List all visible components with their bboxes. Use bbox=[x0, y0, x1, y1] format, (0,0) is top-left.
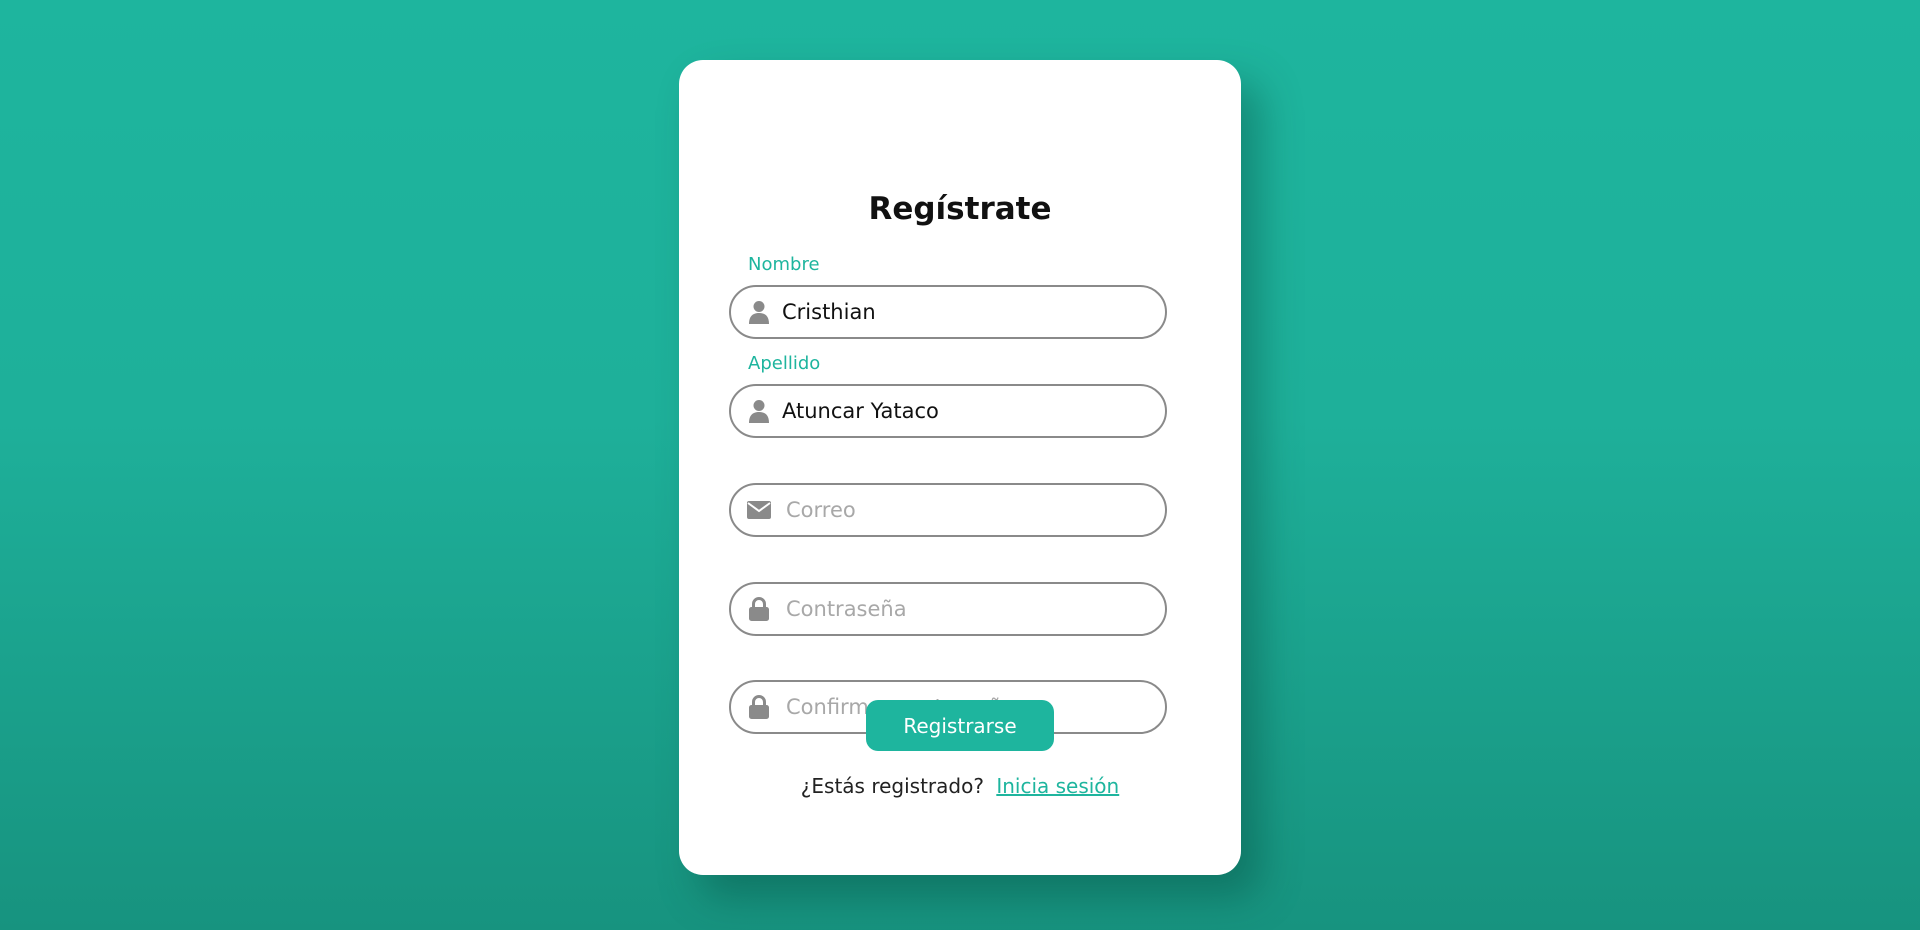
first-name-field[interactable]: Cristhian bbox=[729, 285, 1167, 339]
envelope-icon bbox=[747, 497, 771, 523]
last-name-label: Apellido bbox=[748, 353, 821, 374]
login-link[interactable]: Inicia sesión bbox=[996, 774, 1119, 798]
user-icon bbox=[747, 398, 771, 424]
lock-icon bbox=[747, 596, 771, 622]
password-placeholder: Contraseña bbox=[786, 597, 907, 621]
email-placeholder: Correo bbox=[786, 498, 856, 522]
lock-icon bbox=[747, 694, 771, 720]
login-prompt: ¿Estás registrado? Inicia sesión bbox=[679, 771, 1241, 801]
last-name-value: Atuncar Yataco bbox=[782, 399, 939, 423]
register-button[interactable]: Registrarse bbox=[866, 700, 1054, 751]
email-field[interactable]: Correo bbox=[729, 483, 1167, 537]
first-name-value: Cristhian bbox=[782, 300, 876, 324]
login-prompt-text: ¿Estás registrado? bbox=[800, 774, 984, 798]
user-icon bbox=[747, 299, 771, 325]
form-title: Regístrate bbox=[868, 191, 1052, 227]
register-card: Regístrate Nombre Cristhian Apellido Atu… bbox=[679, 60, 1241, 875]
last-name-field[interactable]: Atuncar Yataco bbox=[729, 384, 1167, 438]
password-field[interactable]: Contraseña bbox=[729, 582, 1167, 636]
first-name-label: Nombre bbox=[748, 254, 820, 275]
